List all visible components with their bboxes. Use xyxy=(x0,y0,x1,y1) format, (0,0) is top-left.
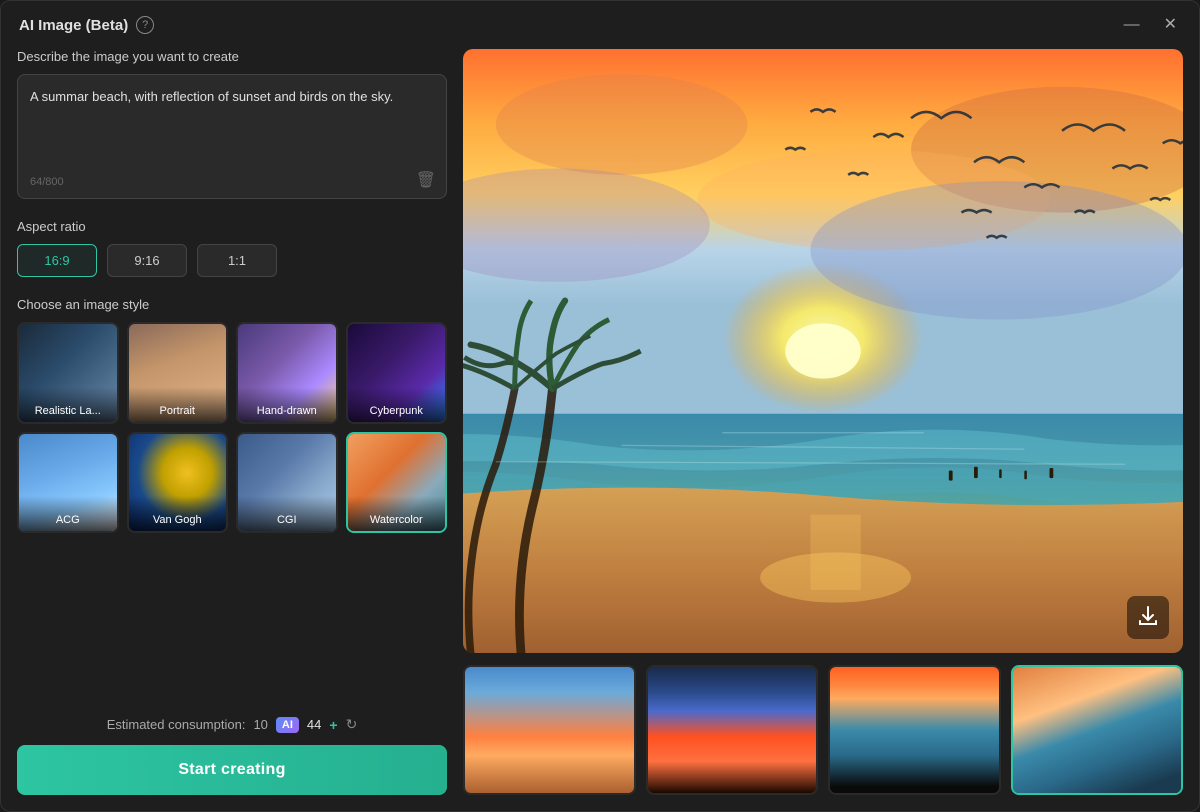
main-image-svg xyxy=(463,49,1183,653)
prompt-label: Describe the image you want to create xyxy=(17,49,447,64)
aspect-btn-9-16[interactable]: 9:16 xyxy=(107,244,187,277)
estimated-value: 10 xyxy=(253,717,267,732)
main-image-area xyxy=(463,49,1183,653)
thumb-image-3 xyxy=(830,667,999,793)
thumbnail-3[interactable] xyxy=(828,665,1001,795)
thumb-image-2 xyxy=(648,667,817,793)
title-bar-right: — ✕ xyxy=(1120,15,1181,35)
left-panel: Describe the image you want to create A … xyxy=(17,49,447,795)
title-bar: AI Image (Beta) ? — ✕ xyxy=(1,1,1199,49)
estimated-row: Estimated consumption: 10 AI 44 + ↻ xyxy=(17,716,447,733)
style-label-handdrawn: Hand-drawn xyxy=(238,387,336,422)
minimize-button[interactable]: — xyxy=(1120,15,1144,35)
aspect-section: Aspect ratio 16:9 9:16 1:1 xyxy=(17,219,447,277)
style-grid: Realistic La... Portrait Hand-drawn Cybe… xyxy=(17,322,447,533)
style-item-cgi[interactable]: CGI xyxy=(236,432,338,534)
add-credits-icon[interactable]: + xyxy=(329,717,337,733)
style-label: Choose an image style xyxy=(17,297,447,312)
aspect-label: Aspect ratio xyxy=(17,219,447,234)
thumb-image-1 xyxy=(465,667,634,793)
thumbnail-2[interactable] xyxy=(646,665,819,795)
refresh-icon[interactable]: ↻ xyxy=(346,716,358,733)
start-creating-button[interactable]: Start creating xyxy=(17,745,447,795)
style-label-acg: ACG xyxy=(19,496,117,531)
footer-section: Estimated consumption: 10 AI 44 + ↻ Star… xyxy=(17,704,447,795)
aspect-btn-16-9[interactable]: 16:9 xyxy=(17,244,97,277)
prompt-textarea[interactable]: A summar beach, with reflection of sunse… xyxy=(30,87,434,165)
thumbnails-row xyxy=(463,665,1183,795)
style-label-watercolor: Watercolor xyxy=(348,496,446,531)
help-icon[interactable]: ? xyxy=(136,16,154,34)
clear-prompt-icon[interactable]: 🗑 xyxy=(416,170,436,190)
style-label-cgi: CGI xyxy=(238,496,336,531)
right-panel xyxy=(463,49,1183,795)
ai-badge: AI xyxy=(276,717,299,733)
style-label-cyberpunk: Cyberpunk xyxy=(348,387,446,422)
style-section: Choose an image style Realistic La... Po… xyxy=(17,297,447,533)
style-item-vangogh[interactable]: Van Gogh xyxy=(127,432,229,534)
style-item-acg[interactable]: ACG xyxy=(17,432,119,534)
style-item-watercolor[interactable]: Watercolor xyxy=(346,432,448,534)
style-label-realistic: Realistic La... xyxy=(19,387,117,422)
credits-count: 44 xyxy=(307,717,321,732)
thumb-image-4 xyxy=(1013,667,1182,793)
style-label-vangogh: Van Gogh xyxy=(129,496,227,531)
app-window: AI Image (Beta) ? — ✕ Describe the image… xyxy=(0,0,1200,812)
estimated-label: Estimated consumption: xyxy=(107,717,246,732)
prompt-section: Describe the image you want to create A … xyxy=(17,49,447,199)
aspect-buttons: 16:9 9:16 1:1 xyxy=(17,244,447,277)
close-button[interactable]: ✕ xyxy=(1160,15,1181,35)
style-item-cyberpunk[interactable]: Cyberpunk xyxy=(346,322,448,424)
style-item-realistic[interactable]: Realistic La... xyxy=(17,322,119,424)
download-button[interactable] xyxy=(1127,596,1169,639)
prompt-counter: 64/800 xyxy=(30,176,64,188)
title-bar-left: AI Image (Beta) ? xyxy=(19,16,154,34)
style-item-handdrawn[interactable]: Hand-drawn xyxy=(236,322,338,424)
thumbnail-4[interactable] xyxy=(1011,665,1184,795)
style-item-portrait[interactable]: Portrait xyxy=(127,322,229,424)
thumbnail-1[interactable] xyxy=(463,665,636,795)
main-content: Describe the image you want to create A … xyxy=(1,49,1199,811)
window-title: AI Image (Beta) xyxy=(19,17,128,34)
style-label-portrait: Portrait xyxy=(129,387,227,422)
prompt-textarea-wrapper: A summar beach, with reflection of sunse… xyxy=(17,74,447,199)
aspect-btn-1-1[interactable]: 1:1 xyxy=(197,244,277,277)
